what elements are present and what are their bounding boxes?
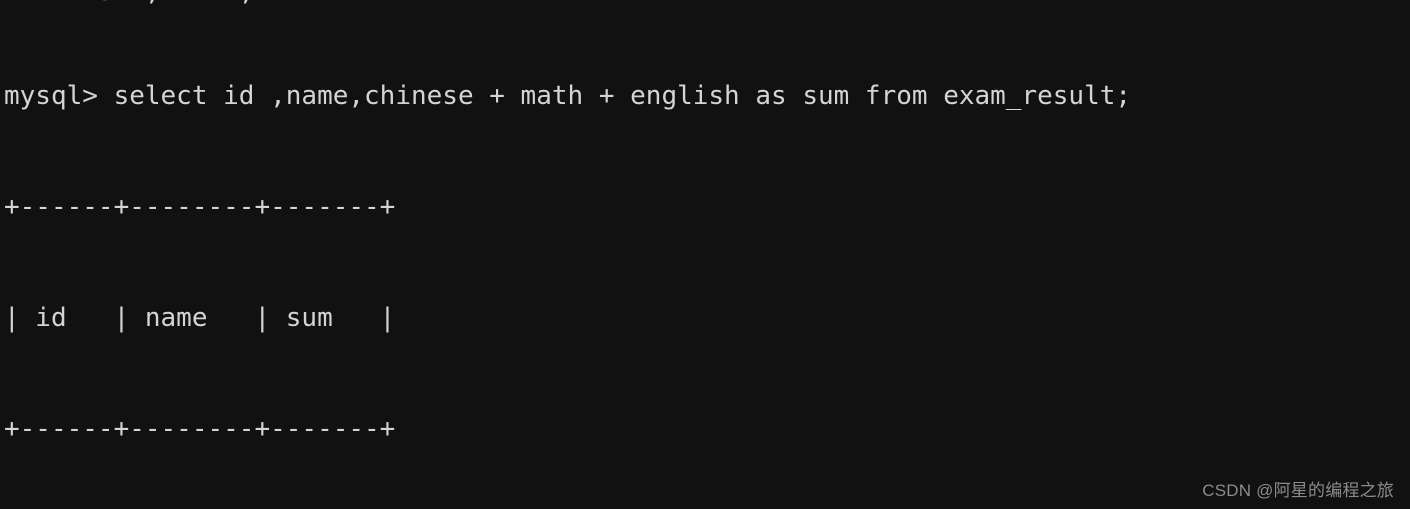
table-header-separator: +------+--------+-------+ [4, 414, 396, 444]
prompt-line: mysql> select id ,name,chinese + math + … [4, 81, 1132, 111]
table-top-border: +------+--------+-------+ [4, 192, 396, 222]
table-header-row: | id | name | sum | [4, 303, 396, 333]
terminal-output[interactable]: mysql> select id ,name,chinese + math + … [4, 4, 1131, 509]
terminal-window: d , , mysql> select id ,name,chinese + m… [0, 0, 1410, 509]
csdn-watermark: CSDN @阿星的编程之旅 [1202, 481, 1394, 500]
